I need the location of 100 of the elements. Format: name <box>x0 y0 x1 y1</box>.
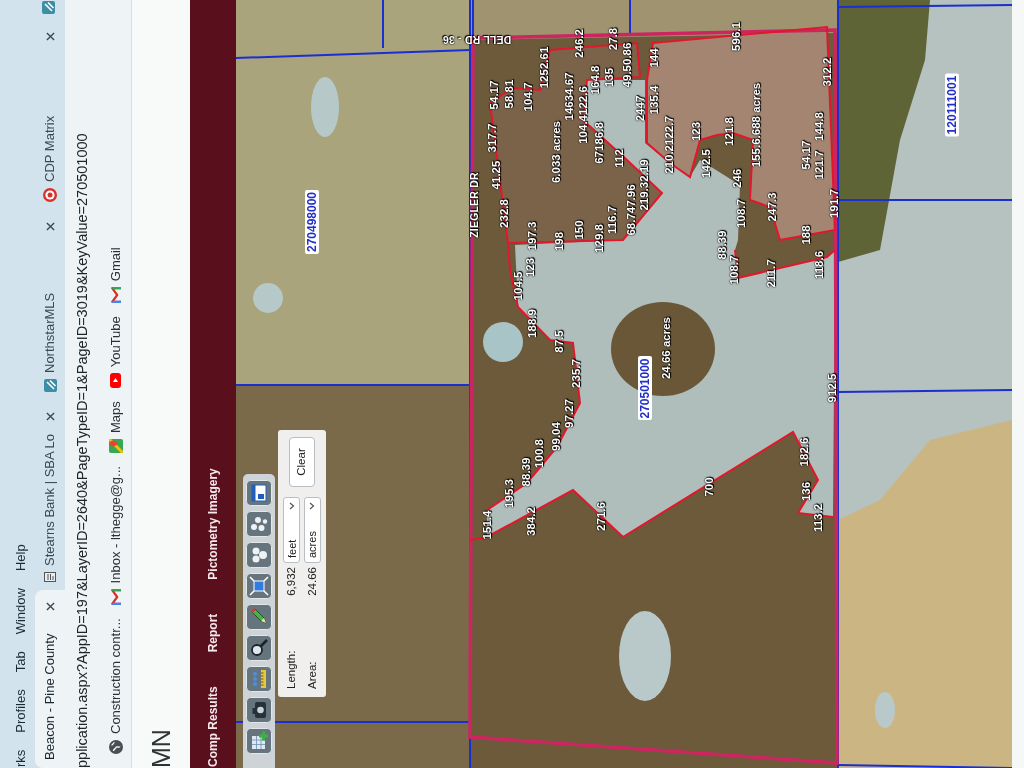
menu-item[interactable]: Profiles <box>13 689 28 733</box>
measurement-label: 135.4 <box>649 85 661 115</box>
measurement-label: 100.8 <box>534 439 546 468</box>
circles-icon[interactable] <box>246 542 272 568</box>
close-icon[interactable] <box>45 412 55 421</box>
measurement-label: 135 <box>604 67 616 88</box>
measurement-label: 108.7 <box>736 199 748 228</box>
pencil-icon[interactable] <box>246 604 272 630</box>
measurement-label: 49.50.86 <box>622 42 634 88</box>
measurement-label: 247.3 <box>767 192 779 222</box>
mail-icon <box>109 589 122 606</box>
clear-button[interactable]: Clear <box>289 437 315 487</box>
bookmark-link[interactable]: Gmail <box>105 247 126 304</box>
bookmark-link[interactable]: Construction contr... <box>105 618 126 754</box>
measurement-label: 312.2 <box>822 57 834 87</box>
road-name-label: DELL RD - 36 <box>442 34 512 46</box>
menu-item[interactable]: Tab <box>13 651 28 673</box>
browser-tab[interactable]: Beacon - Pine County <box>35 590 65 768</box>
measurement-label: 2447 <box>635 95 647 122</box>
measurement-label: 68.747.96 <box>626 184 638 236</box>
measurement-label: 144 <box>649 48 661 68</box>
menu-item[interactable]: Window <box>13 588 28 635</box>
measurement-label: 108.7 <box>729 255 741 285</box>
close-icon[interactable] <box>45 32 55 41</box>
browser-tab[interactable]: Stearns Bank | SBA Lo <box>35 400 65 590</box>
parcel-number-label: 120111001 <box>945 73 959 137</box>
measurement-label: 195.3 <box>504 479 516 508</box>
document-icon <box>44 572 56 582</box>
slash-logo-icon <box>43 379 57 392</box>
parcel-line <box>629 0 631 35</box>
close-icon[interactable] <box>45 222 55 231</box>
site-title: MN <box>148 729 174 768</box>
field-label: Length: <box>284 649 299 689</box>
measurement-label: 54.17 <box>801 140 813 170</box>
measurement-label: 246.2 <box>574 29 586 58</box>
measurement-label: 97.27 <box>564 399 576 428</box>
menu-item[interactable]: Help <box>13 544 28 572</box>
globe-icon <box>108 740 123 754</box>
mail-icon <box>109 287 122 304</box>
measurement-label: 235.7 <box>571 359 583 388</box>
measurement-label: 182.6 <box>799 437 811 467</box>
measurement-label: 118.6 <box>814 250 826 280</box>
magnifier-icon[interactable] <box>246 635 272 661</box>
measurement-label: 191.7 <box>829 189 841 218</box>
measurement-label: 123 <box>525 257 537 278</box>
map-pin-icon <box>108 439 123 454</box>
measurement-label: 136 <box>801 481 813 502</box>
road-name-label: ZIEGLER DR <box>468 172 480 238</box>
grid-plus-icon[interactable] <box>246 728 272 754</box>
window-icon[interactable] <box>246 480 272 506</box>
measurement-label: 1252.61 <box>539 46 551 89</box>
measurement-label: 198 <box>554 231 566 252</box>
measurement-label: 188.9 <box>527 309 539 338</box>
measurement-label: 142.5 <box>701 149 713 178</box>
bookmark-link[interactable]: Maps <box>105 401 126 454</box>
measurement-label: 41.25 <box>491 160 503 190</box>
nav-link[interactable]: Comp Results <box>204 686 222 767</box>
measurement-label: 246 <box>732 168 744 189</box>
measurement-label: 164.8 <box>590 65 602 95</box>
circles-icon[interactable] <box>246 511 272 537</box>
measurement-label: 88.39 <box>717 230 729 260</box>
menu-item[interactable]: rks <box>13 749 28 767</box>
measurement-label: 99.04 <box>551 422 563 451</box>
measurement-label: 104.5 <box>513 271 525 301</box>
parcel-number-label: 270498000 <box>305 189 319 255</box>
pond <box>875 692 895 728</box>
measurement-label: 155.6.688 acres <box>751 82 763 168</box>
measurement-label: 188 <box>801 225 813 245</box>
measurement-label: 24.66 acres <box>661 317 673 379</box>
measurement-label: 151.4 <box>482 510 494 540</box>
expand-arrows-icon[interactable] <box>246 573 272 599</box>
measurement-label: 317.7 <box>487 123 499 153</box>
close-icon[interactable] <box>45 602 55 611</box>
measurement-label: 144.8 <box>814 112 826 141</box>
measurement-label: 88.39 <box>521 457 533 487</box>
browser-tab[interactable]: CDP Matrix <box>35 20 65 210</box>
unit-select[interactable]: feet <box>283 497 301 563</box>
measurement-label: 596.1 <box>731 22 743 51</box>
target-icon <box>43 188 57 202</box>
measurement-label: 129.8 <box>594 224 606 253</box>
measurement-label: 700 <box>704 477 716 497</box>
bookmark-link[interactable]: Inbox - lthegge@g... <box>105 466 126 606</box>
measurement-label: 219.32.19 <box>639 159 651 211</box>
slash-logo-icon[interactable] <box>42 1 55 14</box>
nav-link[interactable]: Report <box>204 613 222 653</box>
address-field[interactable]: pplication.aspx?AppID=197&LayerID=2640&PageTypeID=1&PageID=3019&KeyValue=270501000 <box>73 125 92 768</box>
bookmark-link[interactable]: YouTube <box>105 316 126 389</box>
measurement-label: 232.8 <box>499 199 511 228</box>
field-label: Area: <box>304 660 319 689</box>
unit-select[interactable]: acres <box>303 497 321 563</box>
measurement-label: 121.7 <box>814 150 826 180</box>
measurement-label: 123 <box>691 121 703 142</box>
measure-value: 6,932 <box>284 567 299 598</box>
ruler-icon[interactable] <box>246 666 272 692</box>
measurement-label: 54.17 <box>489 80 501 110</box>
measurement-label: 150 <box>574 220 586 240</box>
browser-tab[interactable]: NorthstarMLS <box>35 210 65 400</box>
nav-link[interactable]: Pictometry Imagery <box>204 468 222 580</box>
camera-icon[interactable] <box>246 697 272 723</box>
play-icon <box>110 373 121 389</box>
